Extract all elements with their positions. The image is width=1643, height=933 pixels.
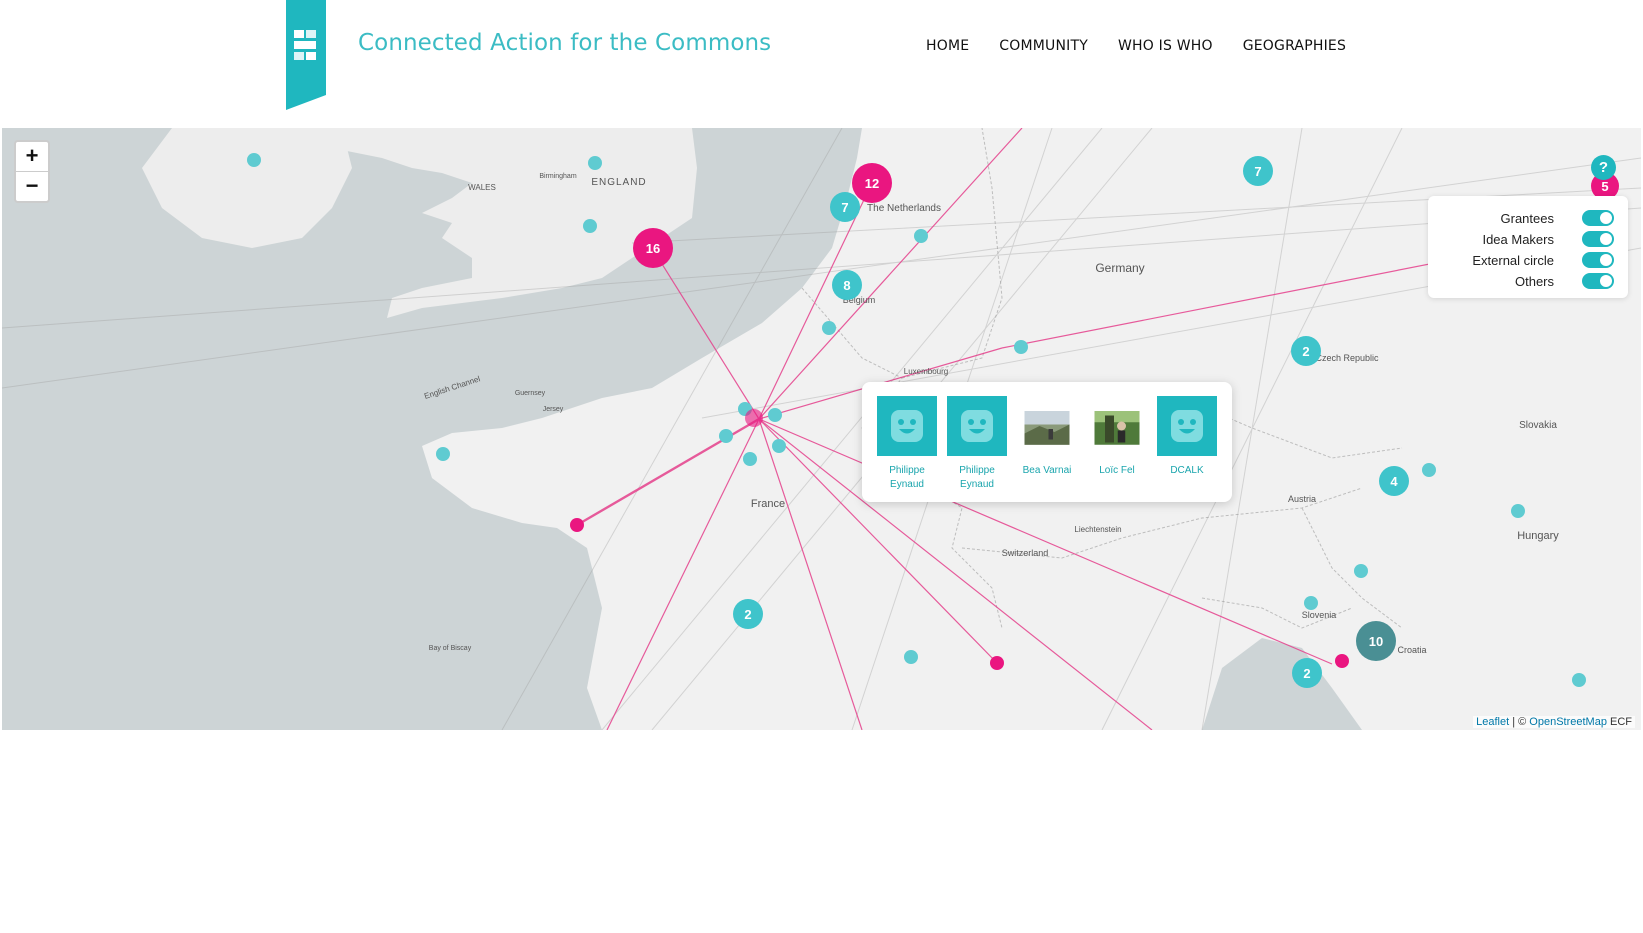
person-name: Philippe Eynaud [889, 465, 925, 490]
nav-community[interactable]: COMMUNITY [999, 38, 1088, 54]
cluster-count: 10 [1369, 634, 1383, 649]
smiley-icon [877, 396, 937, 456]
legend-idea-makers: Idea Makers [1482, 229, 1614, 249]
person-card[interactable]: Philippe Eynaud [872, 396, 942, 492]
idea-makers-toggle[interactable] [1582, 231, 1614, 247]
legend-label: Others [1514, 273, 1554, 289]
place-label: Austria [1288, 494, 1316, 504]
cluster-count: 12 [865, 176, 879, 191]
person-name: Philippe Eynaud [959, 465, 995, 490]
person-card[interactable]: Philippe Eynaud [942, 396, 1012, 492]
cluster-count: 2 [744, 607, 751, 622]
place-label: Germany [1095, 261, 1144, 275]
place-label: Guernsey [515, 390, 546, 397]
place-label: The Netherlands [867, 203, 941, 214]
cluster-count: 7 [841, 200, 848, 215]
legend-panel: Grantees Idea Makers External circle Oth… [1428, 196, 1628, 298]
cluster-count: 2 [1302, 344, 1309, 359]
main-nav: HOME COMMUNITY WHO IS WHO GEOGRAPHIES [926, 38, 1376, 54]
place-label: Switzerland [1002, 548, 1049, 558]
place-label: Croatia [1397, 645, 1426, 655]
grantees-toggle[interactable] [1582, 210, 1614, 226]
cluster-count: 2 [1303, 666, 1310, 681]
map-attribution: Leaflet | © OpenStreetMap ECF [1473, 716, 1635, 728]
zoom-out-button[interactable]: − [16, 172, 48, 201]
cluster-count: 7 [1254, 164, 1261, 179]
place-label: Hungary [1517, 530, 1559, 542]
site-header: Connected Action for the Commons HOME CO… [0, 0, 1643, 128]
place-label: Slovenia [1302, 610, 1337, 620]
zoom-in-button[interactable]: + [16, 142, 48, 172]
zoom-control: + − [14, 140, 50, 203]
legend-label: Grantees [1500, 210, 1554, 226]
people-popup: Philippe Eynaud Philippe Eynaud Bea Varn… [862, 382, 1232, 502]
place-label: Liechtenstein [1074, 525, 1121, 534]
legend-label: Idea Makers [1482, 231, 1554, 247]
place-label: Birmingham [539, 173, 577, 180]
place-label: Jersey [543, 406, 564, 413]
cluster-count: 5 [1601, 179, 1608, 194]
person-name: DCALK [1170, 465, 1204, 476]
nav-home[interactable]: HOME [926, 38, 969, 54]
external-circle-toggle[interactable] [1582, 252, 1614, 268]
smiley-icon [947, 396, 1007, 456]
place-label: France [751, 498, 785, 510]
help-button[interactable]: ? [1591, 155, 1616, 180]
place-label: WALES [468, 183, 496, 192]
map[interactable]: ENGLAND WALES Birmingham The Netherlands… [2, 128, 1641, 730]
place-label: Slovakia [1519, 420, 1557, 431]
cluster-count: 8 [843, 278, 850, 293]
legend-grantees: Grantees [1501, 208, 1614, 228]
cluster-count: 16 [646, 241, 660, 256]
legend-others: Others [1515, 271, 1614, 291]
place-label: Czech Republic [1315, 353, 1379, 363]
avatar-photo [1094, 411, 1140, 445]
cluster-count: 4 [1390, 474, 1398, 489]
place-label: Luxembourg [904, 367, 948, 376]
others-toggle[interactable] [1582, 273, 1614, 289]
avatar-photo [1024, 411, 1070, 445]
nav-geographies[interactable]: GEOGRAPHIES [1243, 38, 1346, 54]
person-name: Loïc Fel [1099, 465, 1135, 476]
legend-label: External circle [1472, 252, 1554, 268]
smiley-icon [1157, 396, 1217, 456]
person-card[interactable]: Bea Varnai [1012, 396, 1082, 478]
legend-external-circle: External circle [1472, 250, 1614, 270]
nav-who-is-who[interactable]: WHO IS WHO [1118, 38, 1213, 54]
map-tiles: ENGLAND WALES Birmingham The Netherlands… [2, 128, 1641, 730]
attribution-separator: | © [1509, 716, 1530, 728]
leaflet-link[interactable]: Leaflet [1476, 716, 1509, 728]
person-name: Bea Varnai [1022, 465, 1072, 476]
osm-link[interactable]: OpenStreetMap [1529, 716, 1607, 728]
site-title[interactable]: Connected Action for the Commons [358, 30, 771, 56]
place-label: ENGLAND [591, 177, 646, 188]
ecf-logo[interactable] [286, 0, 326, 110]
place-label: Bay of Biscay [429, 645, 472, 652]
person-card[interactable]: Loïc Fel [1082, 396, 1152, 478]
attribution-suffix: ECF [1606, 716, 1632, 728]
person-card[interactable]: DCALK [1152, 396, 1222, 478]
